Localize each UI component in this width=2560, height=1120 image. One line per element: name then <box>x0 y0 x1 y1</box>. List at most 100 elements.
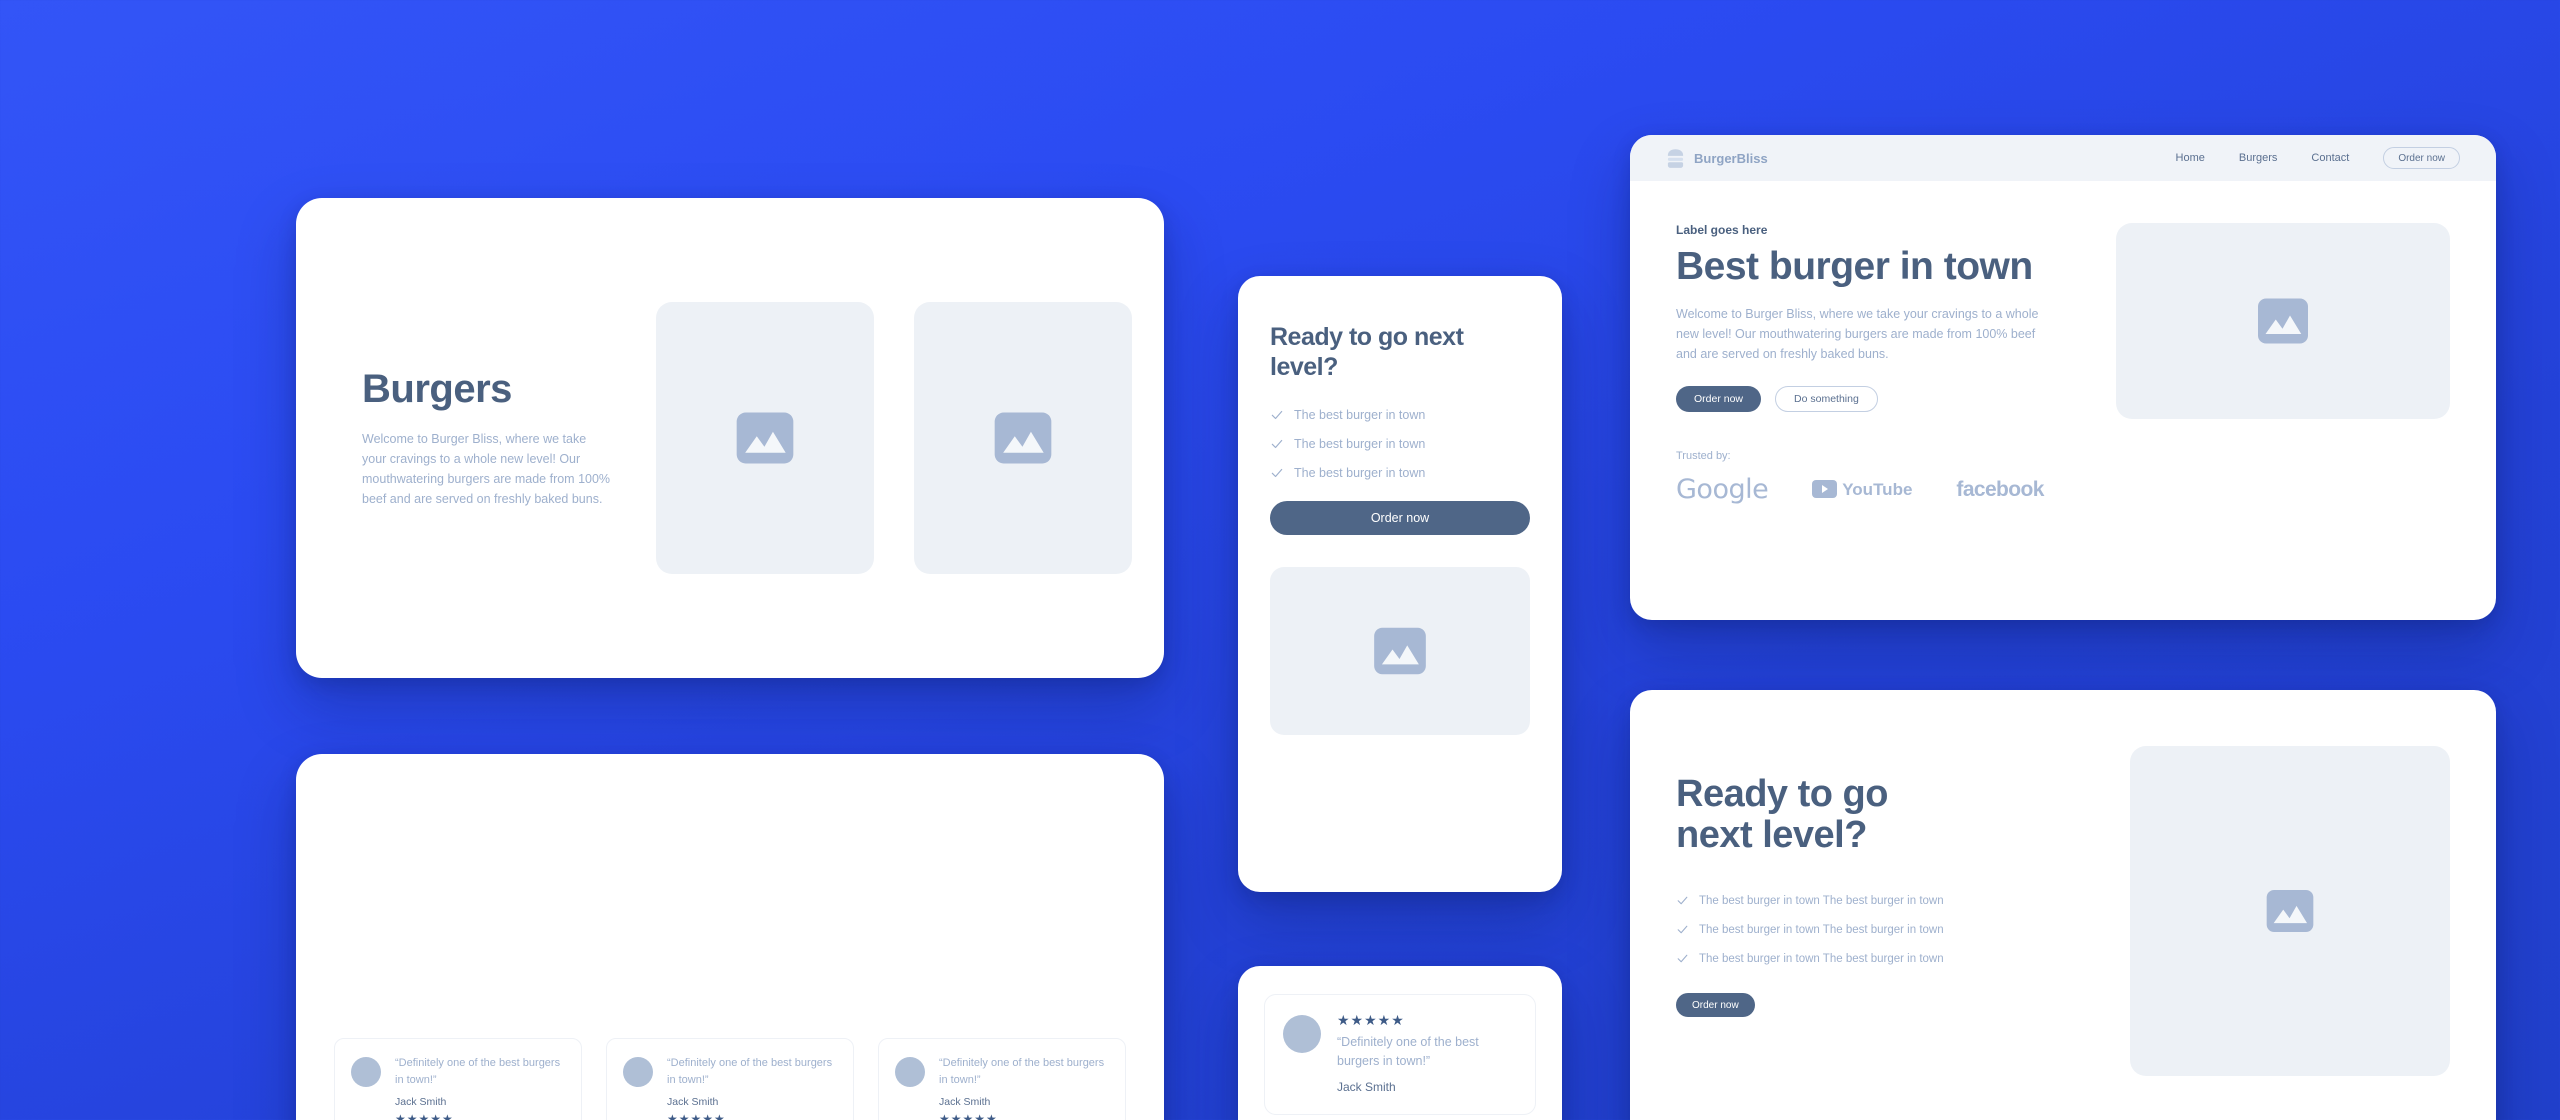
list-item: The best burger in town <box>1270 437 1530 451</box>
ready-wide-media-column <box>2130 746 2450 1076</box>
trusted-by-label: Trusted by: <box>1676 449 1731 462</box>
order-now-button[interactable]: Order now <box>1270 501 1530 535</box>
check-icon <box>1271 439 1283 449</box>
nav-link-contact[interactable]: Contact <box>2311 152 2349 164</box>
testimonial-body: “Definitely one of the best burgers in t… <box>395 1055 565 1120</box>
image-icon <box>736 412 794 464</box>
hero-order-now-button[interactable]: Order now <box>1676 385 1762 412</box>
testimonial-row: “Definitely one of the best burgers in t… <box>334 1038 1126 1120</box>
ready-wide-text-column: Ready to go next level? The best burger … <box>1676 746 2086 1076</box>
google-logo: Google <box>1676 473 1769 505</box>
image-icon <box>2266 890 2314 932</box>
testimonial-highlight-card: ★★★★★ “Definitely one of the best burger… <box>1238 966 1562 1120</box>
ready-wide-inner: Ready to go next level? The best burger … <box>1630 690 2496 1076</box>
image-placeholder <box>2116 223 2450 419</box>
testimonial-highlight-inner: ★★★★★ “Definitely one of the best burger… <box>1238 966 1562 1120</box>
nav-link-burgers[interactable]: Burgers <box>2239 152 2278 164</box>
star-rating-icon: ★★★★★ <box>667 1112 726 1120</box>
star-rating-icon: ★★★★★ <box>939 1112 998 1120</box>
list-item: The best burger in town <box>1270 408 1530 422</box>
check-icon <box>1677 925 1688 934</box>
star-rating-icon: ★★★★★ <box>1337 1012 1405 1028</box>
list-item: The best burger in town The best burger … <box>1676 923 2086 936</box>
check-icon <box>1271 468 1283 478</box>
testimonial-card[interactable]: “Definitely one of the best burgers in t… <box>606 1038 854 1120</box>
image-placeholder <box>1270 567 1530 735</box>
image-placeholder <box>2130 746 2450 1076</box>
navbar-order-now-button[interactable]: Order now <box>2383 147 2460 169</box>
burgers-section-card: Burgers Welcome to Burger Bliss, where w… <box>296 198 1164 678</box>
burgers-text-column: Burgers Welcome to Burger Bliss, where w… <box>362 367 612 510</box>
list-item-label: The best burger in town <box>1294 466 1426 480</box>
hero-text-column: Label goes here Best burger in town Welc… <box>1676 223 2076 503</box>
list-item-label: The best burger in town The best burger … <box>1699 952 1944 965</box>
testimonial-author: Jack Smith <box>395 1096 447 1108</box>
image-placeholder-1 <box>656 302 874 574</box>
list-item: The best burger in town The best burger … <box>1676 952 2086 965</box>
image-icon <box>1374 627 1426 675</box>
testimonial-quote: “Definitely one of the best burgers in t… <box>939 1057 1105 1086</box>
image-icon <box>994 412 1052 464</box>
testimonials-section-card: “Definitely one of the best burgers in t… <box>296 754 1164 1120</box>
hero-do-something-button[interactable]: Do something <box>1775 385 1878 412</box>
burgers-title: Burgers <box>362 366 512 411</box>
nav-links: Home Burgers Contact Order now <box>2176 147 2460 169</box>
burger-logo-icon <box>1667 148 1684 168</box>
check-icon <box>1677 954 1688 963</box>
image-icon <box>2258 298 2308 344</box>
image-placeholder-2 <box>914 302 1132 574</box>
avatar <box>895 1057 925 1087</box>
testimonial-card[interactable]: “Definitely one of the best burgers in t… <box>334 1038 582 1120</box>
check-icon <box>1271 410 1283 420</box>
partner-logo-row: Google YouTube facebook <box>1676 476 2076 503</box>
testimonial-body: “Definitely one of the best burgers in t… <box>667 1055 837 1120</box>
list-item-label: The best burger in town <box>1294 408 1426 422</box>
facebook-logo: facebook <box>1956 477 2044 501</box>
check-icon <box>1677 896 1688 905</box>
list-item-label: The best burger in town The best burger … <box>1699 923 1944 936</box>
trusted-by-section: Trusted by: Google YouTube facebook <box>1676 450 2076 503</box>
hero-body: Label goes here Best burger in town Welc… <box>1630 181 2496 503</box>
testimonial-quote: “Definitely one of the best burgers in t… <box>667 1057 833 1086</box>
list-item: The best burger in town <box>1270 466 1530 480</box>
hero-media-column <box>2116 223 2450 503</box>
ready-next-level-card: Ready to go next level? The best burger … <box>1238 276 1562 892</box>
avatar <box>351 1057 381 1087</box>
burgers-media-column <box>656 302 1132 574</box>
testimonial-body: ★★★★★ “Definitely one of the best burger… <box>1337 1013 1517 1094</box>
brand-logo[interactable]: BurgerBliss <box>1666 148 1768 169</box>
hero-label: Label goes here <box>1676 223 1768 237</box>
benefits-list: The best burger in town The best burger … <box>1676 894 2086 965</box>
testimonial-card[interactable]: ★★★★★ “Definitely one of the best burger… <box>1264 994 1536 1115</box>
list-item-label: The best burger in town <box>1294 437 1426 451</box>
ready-wide-title: Ready to go next level? <box>1676 773 2086 857</box>
youtube-play-icon <box>1812 480 1838 499</box>
navbar: BurgerBliss Home Burgers Contact Order n… <box>1630 135 2496 181</box>
order-now-button[interactable]: Order now <box>1676 993 1755 1018</box>
hero-landing-card: BurgerBliss Home Burgers Contact Order n… <box>1630 135 2496 620</box>
list-item: The best burger in town The best burger … <box>1676 894 2086 907</box>
nav-link-home[interactable]: Home <box>2176 152 2205 164</box>
burgers-paragraph: Welcome to Burger Bliss, where we take y… <box>362 431 611 507</box>
hero-paragraph: Welcome to Burger Bliss, where we take y… <box>1676 306 2039 361</box>
avatar <box>623 1057 653 1087</box>
testimonial-author: Jack Smith <box>1337 1079 1396 1094</box>
testimonial-card[interactable]: “Definitely one of the best burgers in t… <box>878 1038 1126 1120</box>
ready-title: Ready to go next level? <box>1270 323 1464 381</box>
ready-next-level-wide-card: Ready to go next level? The best burger … <box>1630 690 2496 1120</box>
list-item-label: The best burger in town The best burger … <box>1699 894 1944 907</box>
testimonial-body: “Definitely one of the best burgers in t… <box>939 1055 1109 1120</box>
youtube-logo-text: YouTube <box>1842 479 1913 499</box>
youtube-logo: YouTube <box>1812 479 1913 499</box>
ready-wide-title-line2: next level? <box>1676 814 1867 857</box>
brand-name: BurgerBliss <box>1694 150 1768 166</box>
testimonial-quote: “Definitely one of the best burgers in t… <box>1337 1035 1479 1068</box>
hero-button-group: Order now Do something <box>1676 385 2076 412</box>
canvas: Burgers Welcome to Burger Bliss, where w… <box>0 0 2560 1120</box>
ready-wide-title-line1: Ready to go <box>1676 773 1888 815</box>
hero-title: Best burger in town <box>1676 245 2033 288</box>
testimonial-author: Jack Smith <box>939 1096 991 1108</box>
avatar <box>1283 1015 1321 1053</box>
star-rating-icon: ★★★★★ <box>395 1112 454 1120</box>
ready-card-inner: Ready to go next level? The best burger … <box>1238 276 1562 735</box>
